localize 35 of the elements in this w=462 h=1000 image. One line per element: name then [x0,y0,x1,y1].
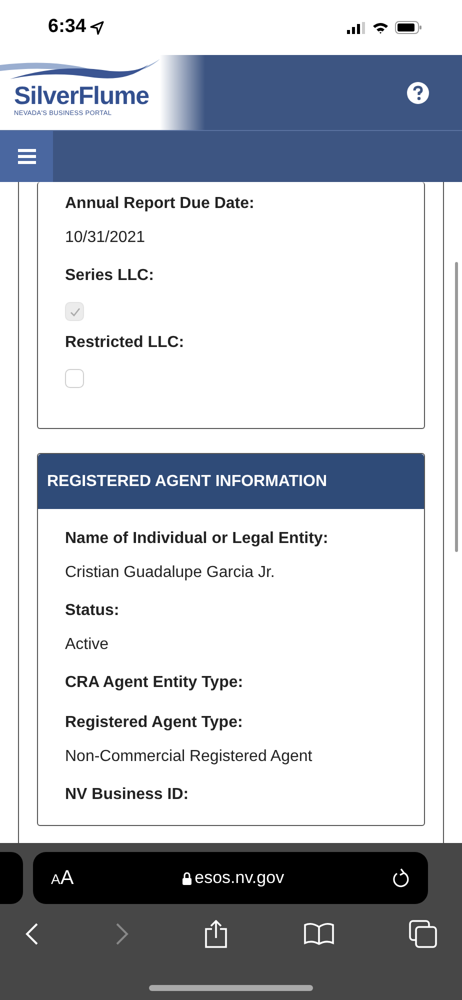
menu-button[interactable] [0,131,53,182]
logo-title: SilverFlume [14,84,150,110]
wifi-icon [372,22,389,34]
field-value: Non-Commercial Registered Agent [65,747,314,767]
reload-icon [392,868,410,888]
forward-icon[interactable] [114,922,128,946]
field-label: CRA Agent Entity Type: [65,673,244,693]
lock-icon [182,872,192,884]
status-time: 6:34 [48,15,86,40]
address-bar[interactable]: AA esos.nv.gov [33,852,428,904]
field-label: Registered Agent Type: [65,713,244,733]
field-value: 10/31/2021 [65,228,146,248]
tabs-icon[interactable] [409,920,437,948]
field-label: Name of Individual or Legal Entity: [65,529,330,549]
card-title: REGISTERED AGENT INFORMATION [47,472,327,492]
back-icon[interactable] [25,922,39,946]
location-arrow-icon [90,20,104,34]
checkbox[interactable] [65,302,84,321]
text-size-button[interactable]: AA [51,863,74,893]
field-label: Annual Report Due Date: [65,194,256,214]
battery-icon [395,21,422,34]
field-label: Restricted LLC: [65,333,186,353]
field-label: Series LLC: [65,266,155,286]
url-text: esos.nv.gov [194,867,284,890]
field-value: Active [65,635,110,655]
field-label: Status: [65,601,120,621]
field-value: Cristian Guadalupe Garcia Jr. [65,563,276,583]
checkbox[interactable] [65,369,84,388]
book-icon[interactable] [304,922,334,946]
help-icon[interactable] [407,82,429,104]
menu-icon [18,149,36,164]
checkmark-icon [68,306,80,318]
field-label: NV Business ID: [65,785,190,805]
signal-icon [347,22,366,34]
share-icon[interactable] [204,920,228,948]
